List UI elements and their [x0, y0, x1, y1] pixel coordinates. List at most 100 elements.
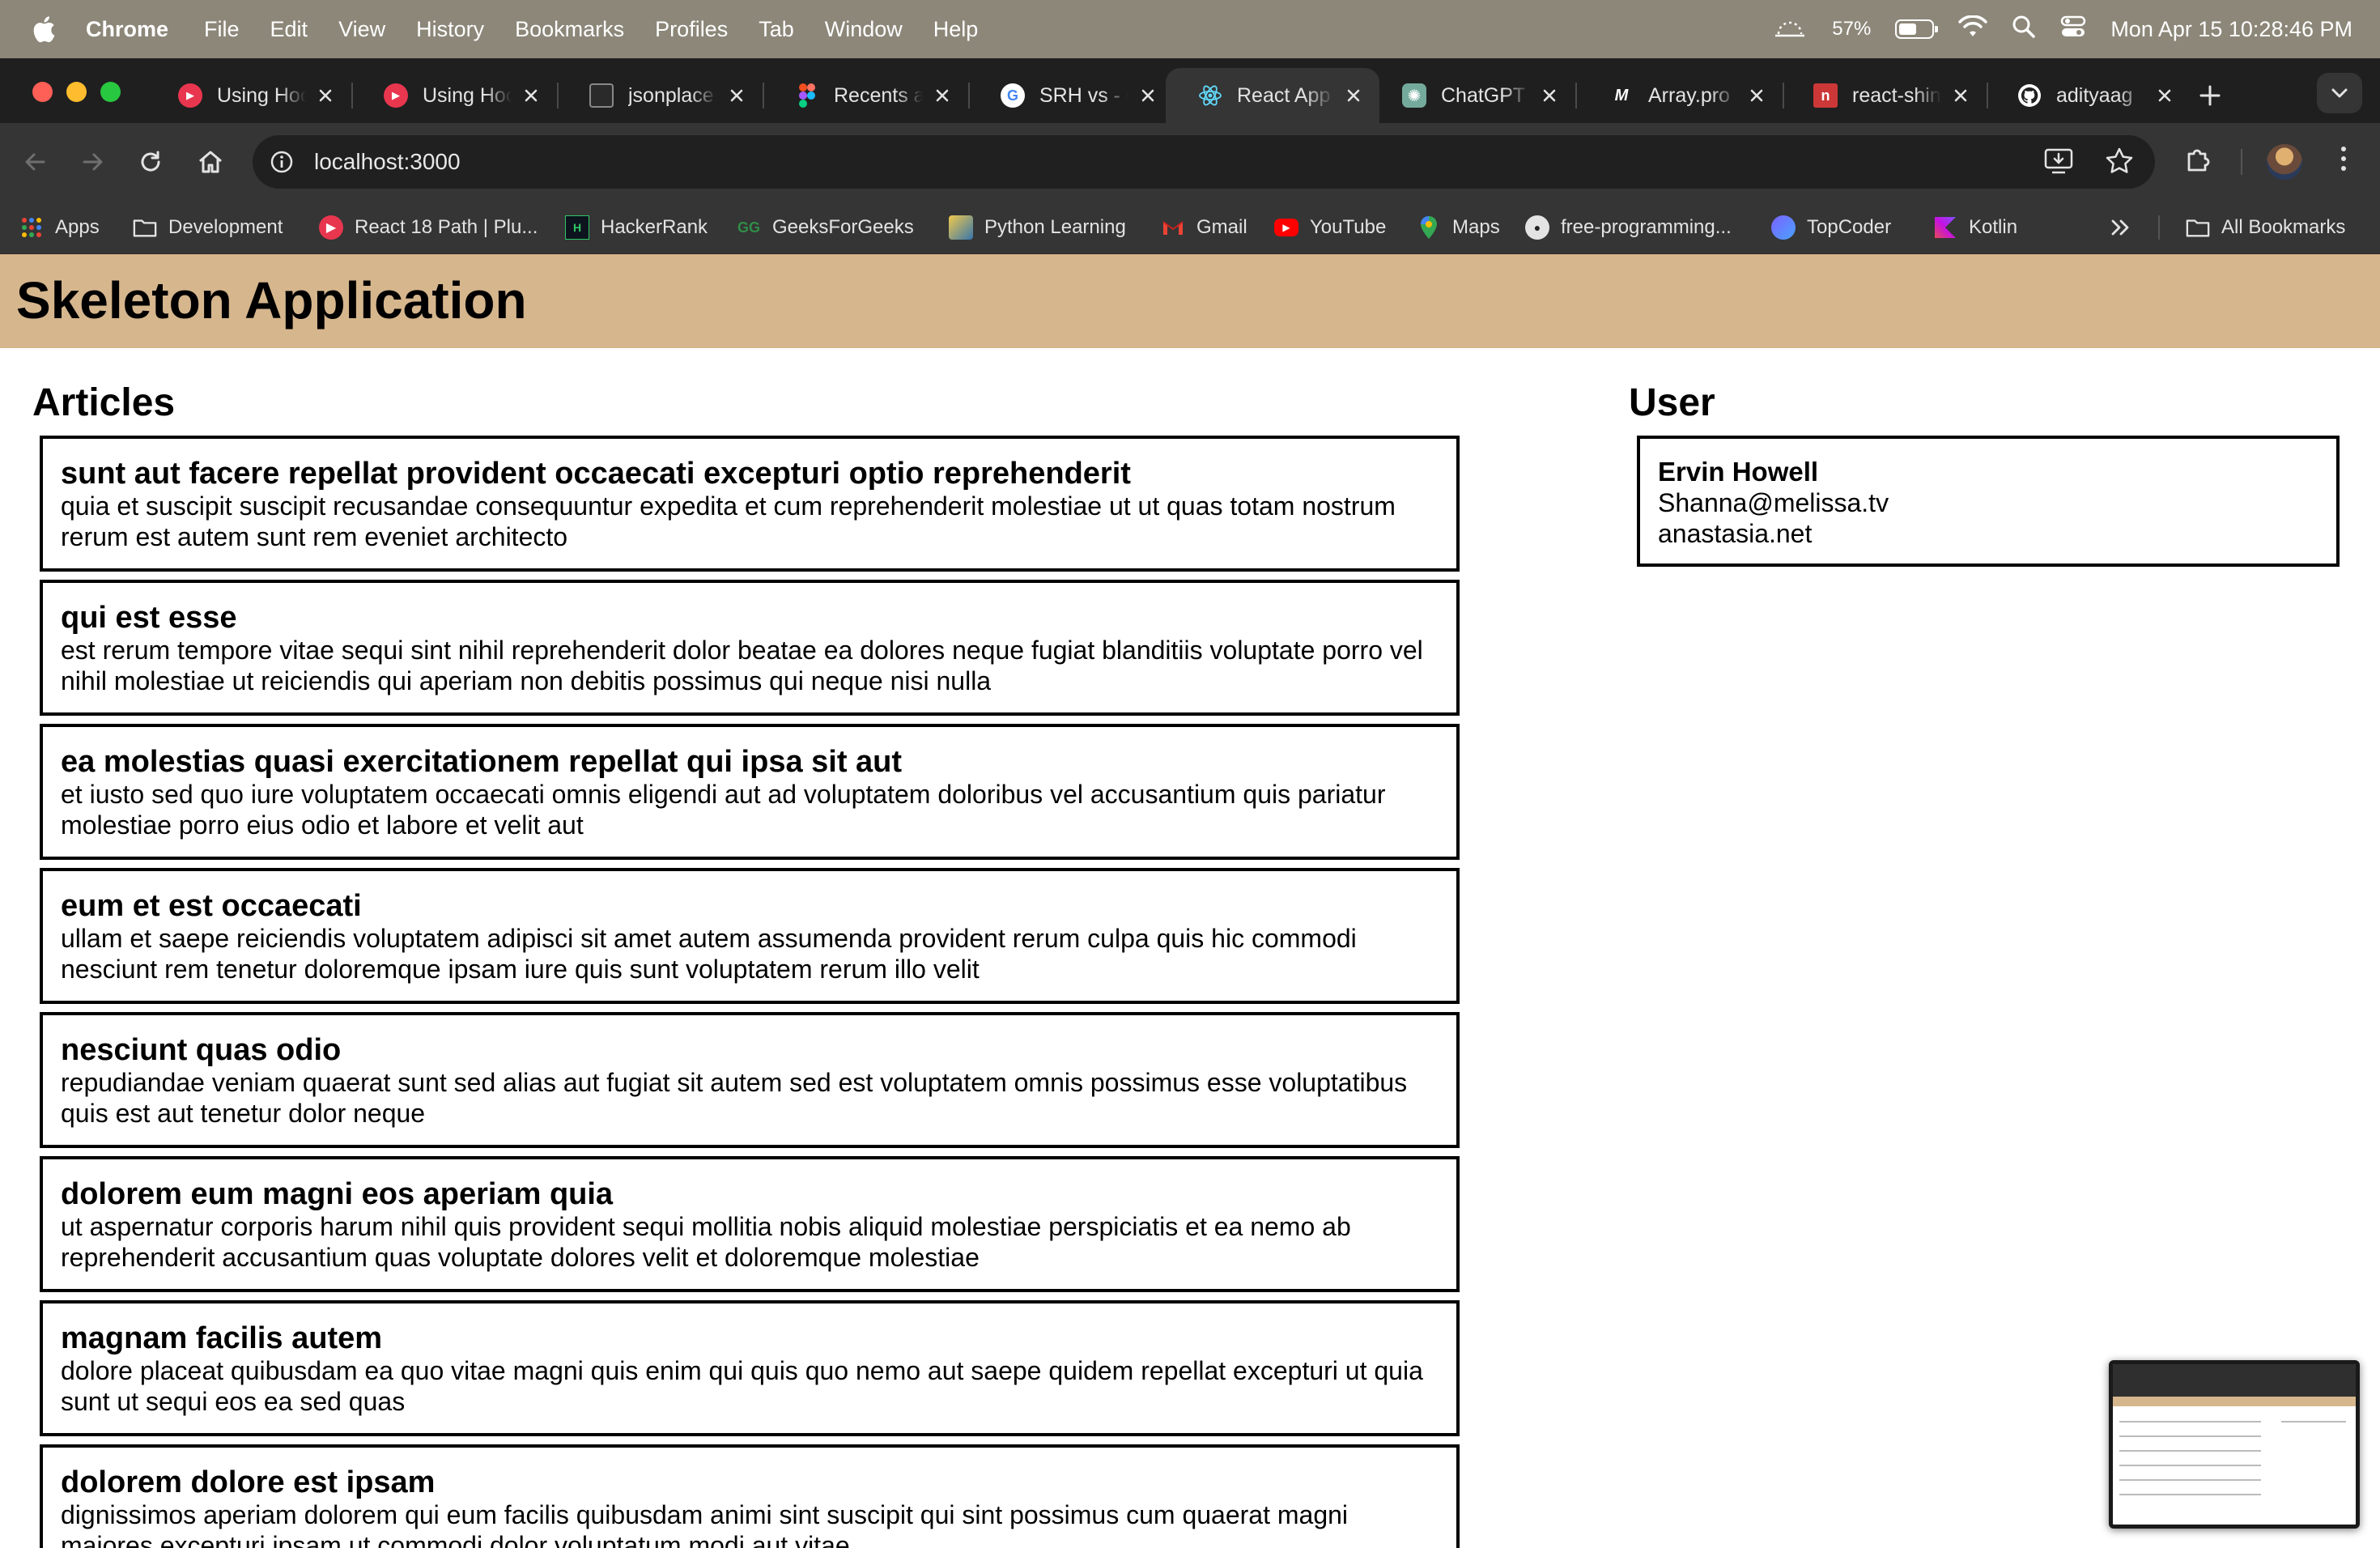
thumbnail-line [2281, 1421, 2346, 1423]
article-title: eum et est occaecati [61, 889, 362, 923]
night-shift-icon[interactable] [1772, 15, 1808, 45]
bookmark-label: Gmail [1196, 216, 1247, 238]
bookmark-label: React 18 Path | Plu... [355, 216, 538, 238]
close-icon[interactable] [725, 84, 748, 107]
minimize-window-button[interactable] [66, 82, 87, 102]
forward-button[interactable] [76, 146, 108, 178]
user-website: anastasia.net [1658, 519, 1813, 548]
site-info-icon[interactable] [267, 147, 296, 176]
bookmark-youtube[interactable]: ▶ YouTube [1274, 201, 1386, 254]
close-icon[interactable] [1745, 84, 1768, 107]
menu-profiles[interactable]: Profiles [655, 17, 728, 42]
maximize-window-button[interactable] [100, 82, 121, 102]
reload-button[interactable] [134, 146, 167, 178]
tab-figma[interactable]: Recents a [771, 68, 968, 123]
wifi-icon[interactable] [1958, 14, 1988, 44]
menubar-clock[interactable]: Mon Apr 15 10:28:46 PM [2110, 17, 2352, 42]
youtube-play-icon: ▶ [178, 83, 202, 108]
home-button[interactable] [194, 146, 227, 178]
menu-window[interactable]: Window [825, 17, 903, 42]
close-icon[interactable] [2153, 84, 2176, 107]
macos-menu-bar: Chrome File Edit View History Bookmarks … [0, 0, 2380, 58]
spotlight-search-icon[interactable] [2012, 15, 2036, 45]
bookmark-geeksforgeeks[interactable]: GG GeeksForGeeks [737, 201, 914, 254]
menu-help[interactable]: Help [933, 17, 979, 42]
menu-tab[interactable]: Tab [759, 17, 794, 42]
youtube-play-icon: ▶ [384, 83, 408, 108]
tab-separator [1783, 83, 1784, 108]
bookmark-react-18-path[interactable]: ▶ React 18 Path | Plu... [319, 201, 538, 254]
url-text[interactable]: localhost:3000 [314, 149, 461, 175]
address-bar[interactable]: localhost:3000 [253, 135, 2155, 189]
all-bookmarks-label: All Bookmarks [2221, 216, 2346, 238]
web-page-content: Skeleton Application Articles sunt aut f… [0, 254, 2380, 1548]
article-title: magnam facilis autem [61, 1321, 383, 1355]
bookmark-folder-development[interactable]: Development [133, 201, 283, 254]
control-center-icon[interactable] [2060, 15, 2086, 45]
topcoder-icon [1771, 215, 1796, 240]
tab-search-button[interactable] [2317, 73, 2362, 113]
article-body: dolore placeat quibusdam ea quo vitae ma… [61, 1356, 1423, 1416]
geeksforgeeks-icon: GG [737, 219, 760, 236]
battery-percent: 57% [1832, 18, 1872, 40]
close-icon[interactable] [1342, 84, 1365, 107]
close-icon[interactable] [520, 84, 542, 107]
article-body: ut aspernatur corporis harum nihil quis … [61, 1212, 1351, 1272]
chrome-menu-button[interactable] [2331, 142, 2356, 175]
apple-icon[interactable] [32, 15, 55, 43]
install-app-icon[interactable] [2043, 147, 2074, 180]
screenshot-thumbnail-preview[interactable] [2109, 1360, 2360, 1529]
tab-title: React App [1237, 83, 1331, 107]
battery-icon[interactable] [1895, 19, 1939, 39]
tab-google[interactable]: G SRH vs - G [976, 68, 1174, 123]
bookmark-label: TopCoder [1807, 216, 1892, 238]
all-bookmarks-button[interactable]: All Bookmarks [2186, 201, 2345, 254]
tab-terminal[interactable]: jsonplace [565, 68, 763, 123]
browser-tab-strip: ▶ Using Hoo ▶ Using Hoo jsonplace Recents a GS… [0, 58, 2380, 123]
close-icon[interactable] [1538, 84, 1561, 107]
bookmark-star-icon[interactable] [2105, 147, 2134, 180]
bookmark-gmail[interactable]: Gmail [1161, 201, 1247, 254]
close-window-button[interactable] [32, 82, 53, 102]
menu-view[interactable]: View [338, 17, 385, 42]
tab-npm[interactable]: n react-shin [1789, 68, 1987, 123]
tab-youtube-play[interactable]: ▶ Using Hoo [154, 68, 351, 123]
article-card: eum et est occaecati ullam et saepe reici… [40, 868, 1460, 1004]
tab-chatgpt[interactable]: ✺ ChatGPT [1378, 68, 1575, 123]
battery-fill [1899, 23, 1917, 35]
menu-file[interactable]: File [204, 17, 240, 42]
bookmark-python-learning[interactable]: Python Learning [949, 201, 1126, 254]
menu-edit[interactable]: Edit [270, 17, 308, 42]
tab-react[interactable]: React App [1166, 68, 1379, 123]
tab-youtube-play[interactable]: ▶ Using Hoo [359, 68, 557, 123]
kotlin-icon [1933, 215, 1957, 240]
profile-button[interactable] [2267, 144, 2302, 180]
menu-app-name[interactable]: Chrome [86, 17, 168, 42]
new-tab-button[interactable] [2194, 79, 2226, 112]
article-body: dignissimos aperiam dolorem qui eum faci… [61, 1500, 1349, 1548]
bookmark-hackerrank[interactable]: H HackerRank [565, 201, 708, 254]
close-icon[interactable] [1949, 84, 1972, 107]
bookmark-kotlin[interactable]: Kotlin [1933, 201, 2017, 254]
bookmark-free-programming[interactable]: ● free-programming... [1525, 201, 1732, 254]
more-bookmarks-button[interactable] [2110, 201, 2132, 254]
extensions-button[interactable] [2182, 142, 2215, 175]
close-icon[interactable] [314, 84, 337, 107]
tab-mdn[interactable]: M Array.pro [1585, 68, 1783, 123]
tab-github[interactable]: adityaag [1993, 68, 2191, 123]
arrow-right-icon [83, 153, 103, 171]
thumbnail-line [2119, 1450, 2261, 1452]
menu-history[interactable]: History [416, 17, 484, 42]
python-learning-icon [949, 215, 973, 240]
bookmark-topcoder[interactable]: TopCoder [1771, 201, 1891, 254]
close-icon[interactable] [1137, 84, 1159, 107]
menu-bookmarks[interactable]: Bookmarks [515, 17, 624, 42]
figma-icon [795, 83, 819, 108]
thumbnail-app-header [2113, 1397, 2356, 1406]
bookmark-apps[interactable]: Apps [19, 201, 100, 254]
article-card: ea molestias quasi exercitationem repell… [40, 724, 1460, 860]
chevron-down-icon [2331, 88, 2348, 98]
back-button[interactable] [19, 146, 52, 178]
close-icon[interactable] [931, 84, 954, 107]
bookmark-maps[interactable]: Maps [1417, 201, 1500, 254]
